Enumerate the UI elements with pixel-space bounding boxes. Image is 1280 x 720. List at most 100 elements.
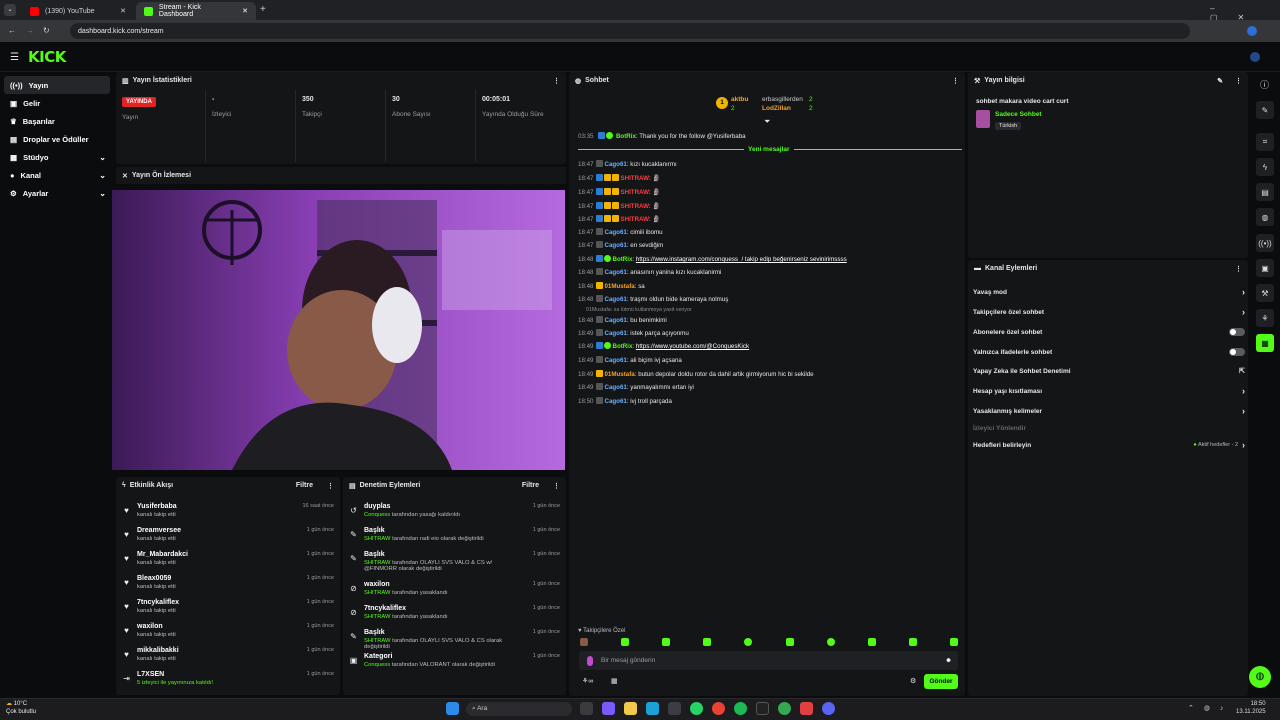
msg-user[interactable]: BotRix — [612, 343, 632, 350]
app2-icon[interactable] — [800, 702, 813, 715]
emote-icon[interactable] — [662, 638, 671, 646]
rail-media-button[interactable]: ▣ — [1256, 259, 1274, 277]
followers-only-item[interactable]: Takipçilere özel sohbet › — [973, 305, 1245, 319]
info-icon[interactable]: ⓘ — [1260, 78, 1269, 91]
msg-user[interactable]: Cago61 — [604, 269, 626, 276]
sidebar-item-basarilar[interactable]: ♛ Başarılar — [4, 112, 110, 130]
sidebar-item-droplar[interactable]: ▤ Droplar ve Ödüller — [4, 130, 110, 148]
rail-share-button[interactable]: ⚘ — [1256, 309, 1274, 327]
sidebar-item-gelir[interactable]: ▣ Gelir — [4, 94, 110, 112]
chevron-down-icon[interactable]: ⌄ — [99, 189, 106, 198]
reload-icon[interactable]: ↻ — [43, 26, 50, 35]
settings-icon[interactable]: ⚙ — [910, 677, 916, 685]
msg-user[interactable]: Cago61 — [604, 242, 626, 249]
more-icon[interactable]: ⋮ — [952, 77, 959, 85]
filter-button[interactable]: Filtre — [522, 482, 539, 489]
msg-user[interactable]: Cago61 — [604, 330, 626, 337]
subscribers-only-toggle[interactable] — [1229, 328, 1245, 336]
weather-widget[interactable]: ☁ 10°C Çok bulutlu — [6, 700, 36, 716]
msg-user[interactable]: SHITRAW — [620, 203, 649, 210]
rail-file-button[interactable]: ▤ — [1256, 183, 1274, 201]
banned-words-item[interactable]: Yasaklanmış kelimeler › — [973, 404, 1245, 418]
menu-icon[interactable]: ☰ — [10, 52, 19, 63]
rail-wrench-button[interactable]: ⚒ — [1256, 284, 1274, 302]
msg-user[interactable]: SHITRAW — [620, 216, 649, 223]
account-age-item[interactable]: Hesap yaşı kısıtlaması › — [973, 384, 1245, 398]
emote-icon[interactable] — [744, 638, 753, 646]
clock[interactable]: 18:50 13.11.2025 — [1236, 700, 1266, 716]
rail-chat-button[interactable]: ◍ — [1256, 208, 1274, 226]
tray-icons[interactable]: ⌃ ◍ ♪ — [1188, 704, 1227, 712]
header-avatar[interactable] — [1250, 52, 1260, 62]
msg-user[interactable]: BotRix — [612, 256, 632, 263]
emote-icon[interactable] — [908, 638, 917, 646]
more-icon[interactable]: ⋮ — [553, 77, 560, 85]
kick-logo[interactable]: KICK — [28, 48, 66, 66]
chat-input[interactable]: Bir mesaj gönderin ☻ — [579, 651, 958, 670]
browser-tab-youtube[interactable]: (1390) YouTube ✕ — [22, 2, 134, 20]
chrome-icon[interactable] — [712, 702, 725, 715]
more-icon[interactable]: ⋮ — [553, 482, 560, 490]
spotify-icon[interactable] — [734, 702, 747, 715]
copilot-icon[interactable] — [602, 702, 615, 715]
edit-icon[interactable]: ✎ — [1217, 77, 1223, 85]
forward-icon[interactable]: → — [26, 26, 34, 35]
msg-user[interactable]: Cago61 — [604, 229, 626, 236]
emote-icon[interactable] — [703, 638, 712, 646]
stream-preview-video[interactable] — [112, 190, 565, 470]
emotes-only-toggle[interactable] — [1229, 348, 1245, 356]
chevron-down-icon[interactable]: ⌄ — [99, 171, 106, 180]
rail-bolt-button[interactable]: ϟ — [1256, 158, 1274, 176]
rail-edit-button[interactable]: ✎ — [1256, 101, 1274, 119]
msg-user[interactable]: Cago61 — [604, 357, 626, 364]
rail-broadcast-button[interactable]: ((•)) — [1256, 234, 1274, 252]
emoji-icon[interactable]: ☻ — [945, 657, 952, 664]
msg-user[interactable]: Cago61 — [604, 161, 626, 168]
msg-user[interactable]: Cago61 — [604, 296, 626, 303]
close-icon[interactable]: ✕ — [242, 7, 248, 15]
more-icon[interactable]: ⋮ — [327, 482, 334, 490]
sidebar-item-studyo[interactable]: ▦ Stüdyo ⌄ — [4, 148, 110, 166]
sidebar-item-ayarlar[interactable]: ⚙ Ayarlar ⌄ — [4, 184, 110, 202]
rail-active-button[interactable]: ▦ — [1256, 334, 1274, 352]
edge-icon[interactable] — [646, 702, 659, 715]
rail-crop-button[interactable]: ⌗ — [1256, 133, 1274, 151]
sidebar-item-yayin[interactable]: ((•)) Yayın — [4, 76, 110, 94]
chrome-active-icon[interactable] — [778, 702, 791, 715]
collapse-icon[interactable]: ⏷ — [764, 117, 770, 127]
app-icon[interactable] — [756, 702, 769, 715]
tab-list-button[interactable]: ⌄ — [4, 4, 16, 16]
chevron-down-icon[interactable]: ⌄ — [99, 153, 106, 162]
more-icon[interactable]: ⋮ — [1235, 265, 1242, 273]
chat-tools-icon[interactable]: ⚘∞ — [582, 677, 593, 685]
emote-bar[interactable] — [580, 638, 958, 648]
msg-user[interactable]: Cago61 — [604, 398, 626, 405]
start-icon[interactable] — [446, 702, 459, 715]
emote-icon[interactable] — [826, 638, 835, 646]
emote-icon[interactable] — [785, 638, 794, 646]
close-icon[interactable]: ✕ — [120, 7, 126, 15]
sidebar-item-kanal[interactable]: ● Kanal ⌄ — [4, 166, 110, 184]
taskbar-search[interactable]: ⌕ Ara — [466, 702, 572, 716]
calendar-icon[interactable]: ▦ — [611, 677, 618, 685]
send-button[interactable]: Gönder — [924, 674, 958, 689]
support-chat-button[interactable]: ◍ — [1249, 666, 1271, 688]
msg-user[interactable]: 01Mustafa — [604, 283, 634, 290]
emote-icon[interactable] — [867, 638, 876, 646]
emote-icon[interactable] — [580, 638, 588, 646]
more-icon[interactable]: ⋮ — [1235, 77, 1242, 85]
slow-mode-item[interactable]: Yavaş mod › — [973, 285, 1245, 299]
address-bar[interactable]: dashboard.kick.com/stream — [70, 23, 1190, 39]
whatsapp-icon[interactable] — [690, 702, 703, 715]
ai-moderation-item[interactable]: Yapay Zeka ile Sohbet Denetimi ⇱ — [973, 364, 1245, 378]
back-icon[interactable]: ← — [8, 26, 16, 35]
profile-avatar[interactable] — [1247, 26, 1257, 36]
filter-button[interactable]: Filtre — [296, 482, 313, 489]
msg-user[interactable]: 01Mustafa — [604, 371, 634, 378]
msg-user[interactable]: SHITRAW — [620, 189, 649, 196]
taskview-icon[interactable] — [580, 702, 593, 715]
discord-icon[interactable] — [822, 702, 835, 715]
msg-user[interactable]: Cago61 — [604, 317, 626, 324]
msg-user[interactable]: Cago61 — [604, 384, 626, 391]
emote-icon[interactable] — [621, 638, 630, 646]
